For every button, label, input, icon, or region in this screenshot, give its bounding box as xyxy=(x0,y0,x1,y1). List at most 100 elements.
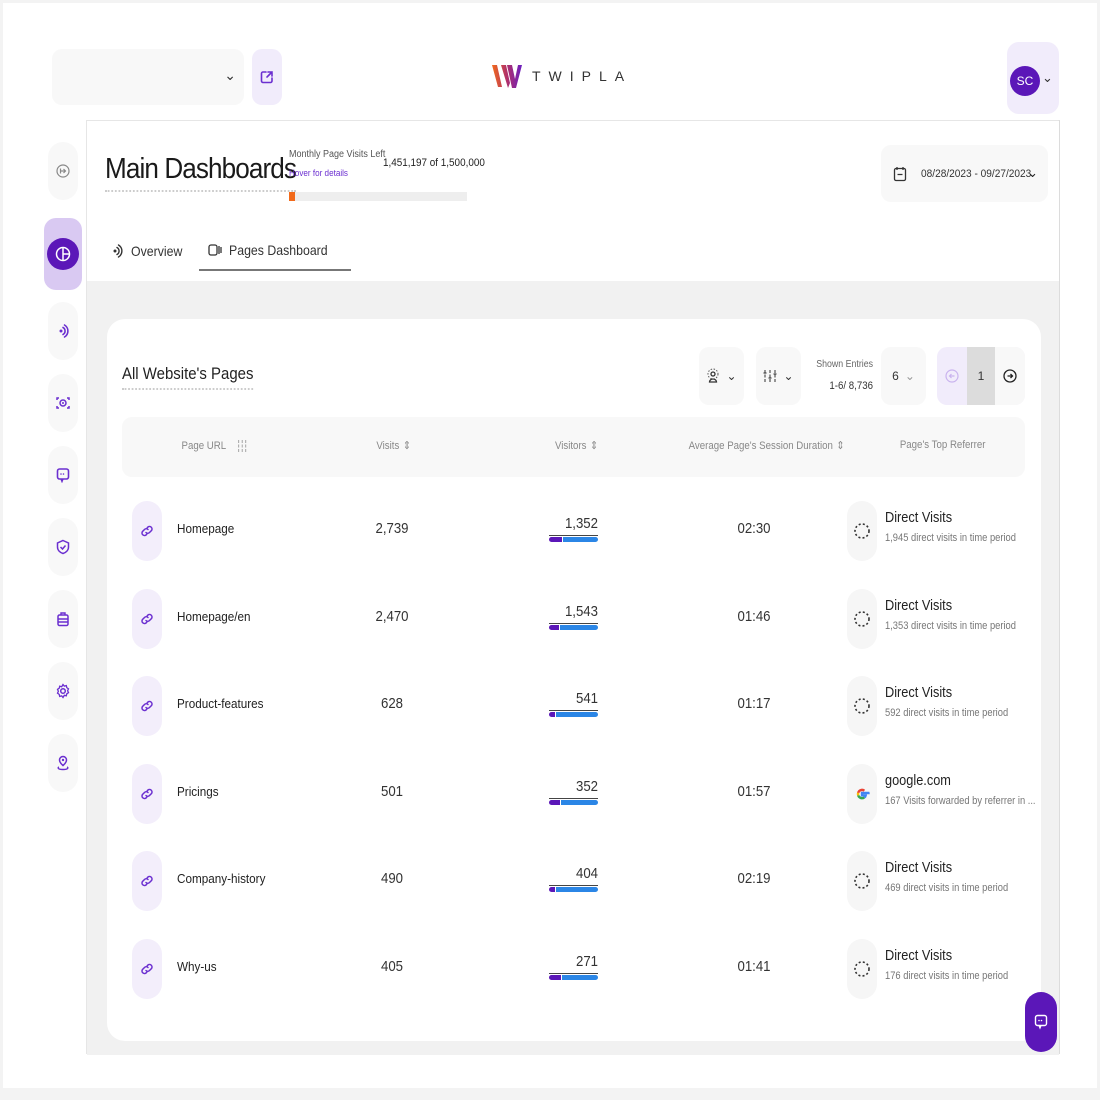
referrer-detail: 1,945 direct visits in time period xyxy=(885,532,1016,544)
twipla-logo: TWIPLA xyxy=(492,60,632,92)
quota-progress-fill xyxy=(289,192,295,201)
sidebar-item-privacy[interactable] xyxy=(48,518,78,576)
sidebar-item-dashboards[interactable] xyxy=(44,218,82,290)
visitors-baseline xyxy=(549,710,598,711)
referrer-icon-badge xyxy=(847,938,877,999)
page-size-select[interactable]: 6 ⌄ xyxy=(881,347,926,405)
gear-icon xyxy=(56,683,70,699)
next-page-button[interactable] xyxy=(995,347,1025,405)
pie-chart-icon xyxy=(55,246,71,262)
page-link-button[interactable] xyxy=(132,763,162,824)
link-icon xyxy=(141,875,153,887)
website-select[interactable]: ⌄ xyxy=(52,49,244,105)
page-url[interactable]: Why-us xyxy=(177,959,217,974)
returning-visitors-segment xyxy=(563,537,598,542)
table-row[interactable]: Why-us 405 271 01:41 Direct Visits 176 direct… xyxy=(122,925,1025,1013)
sidebar-item-apps[interactable] xyxy=(48,590,78,648)
returning-visitors-segment xyxy=(561,799,598,805)
arrow-right-circle-icon xyxy=(1003,369,1017,383)
sidebar-item-settings[interactable] xyxy=(48,662,78,720)
table-row[interactable]: Homepage 2,739 1,352 02:30 Direct Visits 1,94… xyxy=(122,487,1025,575)
sort-icon: ⇕ xyxy=(590,440,599,452)
column-header-page-url[interactable]: Page URL xyxy=(181,439,247,453)
column-filter-button[interactable]: ⌄ xyxy=(756,347,801,405)
sliders-icon xyxy=(763,370,777,382)
page-url[interactable]: Pricings xyxy=(177,784,219,799)
new-visitors-segment xyxy=(549,799,560,805)
chat-support-button[interactable] xyxy=(1025,992,1057,1052)
page-link-button[interactable] xyxy=(132,588,162,649)
sidebar xyxy=(40,120,86,1060)
logo-mark-icon xyxy=(492,65,522,88)
column-header-duration[interactable]: Average Page's Session Duration ⇕ xyxy=(689,439,845,453)
visitors-baseline xyxy=(549,622,598,624)
google-icon xyxy=(856,788,870,799)
table-row[interactable]: Homepage/en 2,470 1,543 01:46 Direct Visits 1… xyxy=(122,575,1025,663)
quota-value: 1,451,197 of 1,500,000 xyxy=(383,157,485,169)
link-icon xyxy=(141,788,153,799)
link-icon xyxy=(141,700,153,712)
new-visitors-segment xyxy=(549,974,561,980)
referrer-name: google.com xyxy=(885,771,951,789)
sidebar-item-surveys[interactable] xyxy=(48,446,78,504)
tab-overview[interactable]: Overview xyxy=(101,231,199,271)
date-range-picker[interactable]: 08/28/2023 - 09/27/2023 ⌄ xyxy=(881,145,1048,202)
sidebar-item-analytics[interactable] xyxy=(48,302,78,360)
visitor-segment-icon xyxy=(707,368,719,383)
visitors-baseline xyxy=(549,885,598,886)
pages-icon xyxy=(208,244,223,256)
chevron-down-icon: ⌄ xyxy=(224,67,236,83)
page-link-button[interactable] xyxy=(132,851,162,911)
direct-visits-icon xyxy=(854,873,870,889)
avatar: SC xyxy=(1010,66,1040,96)
eye-scan-icon xyxy=(56,397,70,409)
returning-visitors-segment xyxy=(556,887,598,892)
referrer-icon-badge xyxy=(847,588,877,649)
sidebar-item-behavior[interactable] xyxy=(48,374,78,432)
quota-details-link[interactable]: Hover for details xyxy=(289,168,348,178)
column-header-visits[interactable]: Visits ⇕ xyxy=(376,439,411,453)
external-link-icon xyxy=(260,71,273,84)
visits-value: 501 xyxy=(380,782,404,800)
segment-filter-button[interactable]: ⌄ xyxy=(699,347,744,405)
sidebar-item-collapse[interactable] xyxy=(48,142,78,200)
direct-visits-icon xyxy=(854,610,870,627)
page-url[interactable]: Company-history xyxy=(177,871,265,886)
current-page[interactable]: 1 xyxy=(967,347,995,405)
new-visitors-segment xyxy=(549,712,555,717)
page-url[interactable]: Product-features xyxy=(177,696,263,711)
page-link-button[interactable] xyxy=(132,938,162,999)
referrer-detail: 592 direct visits in time period xyxy=(885,707,1009,719)
page-link-button[interactable] xyxy=(132,501,162,561)
page-link-button[interactable] xyxy=(132,676,162,736)
open-website-button[interactable] xyxy=(252,49,282,105)
tab-label: Overview xyxy=(131,243,183,259)
dashboard-content: All Website's Pages ⌄ ⌄ Shown Entries 1-… xyxy=(87,281,1059,1055)
direct-visits-icon xyxy=(854,698,870,714)
table-row[interactable]: Pricings 501 352 01:57 google.com 167 Visits … xyxy=(122,750,1036,838)
page-size-value: 6 xyxy=(892,369,899,383)
column-header-visitors[interactable]: Visitors ⇕ xyxy=(555,439,599,453)
link-icon xyxy=(141,525,153,537)
page-url[interactable]: Homepage/en xyxy=(177,609,251,624)
date-range-value: 08/28/2023 - 09/27/2023 xyxy=(921,167,1032,180)
returning-visitors-segment xyxy=(556,712,598,717)
visits-value: 405 xyxy=(380,957,404,975)
visitors-split-bar xyxy=(549,887,598,892)
tab-pages-dashboard[interactable]: Pages Dashboard xyxy=(199,231,352,271)
user-menu-button[interactable]: SC ⌄ xyxy=(1007,42,1059,114)
page-url[interactable]: Homepage xyxy=(177,521,234,536)
sidebar-item-tracking[interactable] xyxy=(48,734,78,792)
previous-page-button[interactable] xyxy=(937,347,967,405)
arrow-left-circle-icon xyxy=(945,369,959,383)
session-duration-value: 01:41 xyxy=(737,957,771,975)
table-row[interactable]: Product-features 628 541 01:17 Direct Visits… xyxy=(122,662,1025,750)
visitors-split-bar xyxy=(549,799,598,805)
shown-entries-range: 1-6/ 8,736 xyxy=(829,380,873,392)
dashboard-header: Main Dashboards Monthly Page Visits Left… xyxy=(87,121,1059,281)
referrer-name: Direct Visits xyxy=(885,859,953,876)
table-row[interactable]: Company-history 490 404 02:19 Direct Visits 4… xyxy=(122,837,1025,925)
tab-label: Pages Dashboard xyxy=(229,242,328,258)
signal-icon xyxy=(59,324,69,338)
visitors-value: 1,352 xyxy=(564,515,598,532)
